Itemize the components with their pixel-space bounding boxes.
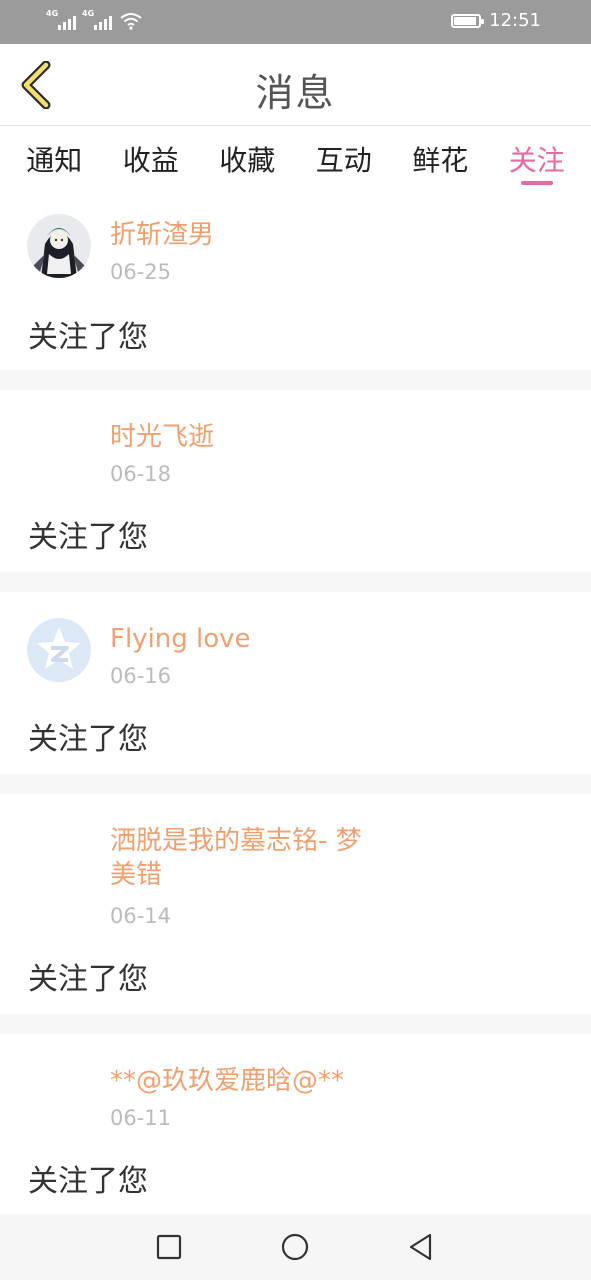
list-item[interactable]: 洒脱是我的墓志铭- 梦 美错 06-14 关注了您 — [0, 794, 591, 1014]
tab-earnings[interactable]: 收益 — [106, 127, 196, 193]
user-avatar[interactable] — [27, 1054, 91, 1118]
divider — [0, 370, 591, 390]
tab-flowers[interactable]: 鲜花 — [395, 127, 485, 193]
signal-label: 4G — [46, 9, 59, 18]
message-text: 关注了您 — [28, 1164, 148, 1199]
username-line: 洒脱是我的墓志铭- 梦 — [110, 826, 362, 856]
message-date: 06-18 — [110, 462, 172, 486]
system-nav-bar — [0, 1214, 591, 1280]
status-right: 12:51 — [451, 9, 541, 33]
list-item[interactable]: **@玖玖爱鹿晗@** 06-11 关注了您 — [0, 1034, 591, 1216]
tab-follows[interactable]: 关注 — [492, 127, 582, 193]
tab-favorites[interactable]: 收藏 — [202, 127, 292, 193]
message-date: 06-11 — [110, 1106, 172, 1130]
username[interactable]: 洒脱是我的墓志铭- 梦 美错 — [110, 824, 362, 892]
signal-icon: 4G — [82, 10, 112, 30]
anime-avatar-icon — [27, 214, 91, 278]
app-header: 消息 — [0, 44, 591, 126]
divider — [0, 774, 591, 794]
message-date: 06-16 — [110, 664, 172, 688]
qzone-star-icon — [27, 618, 91, 682]
clock: 12:51 — [489, 10, 541, 31]
back-icon — [409, 1233, 432, 1261]
status-left: 4G 4G — [46, 10, 142, 30]
signal-icon: 4G — [46, 10, 76, 30]
username[interactable]: 折斩渣男 — [110, 218, 214, 252]
home-button[interactable] — [280, 1232, 310, 1262]
recent-apps-button[interactable] — [154, 1232, 184, 1262]
message-text: 关注了您 — [28, 520, 148, 555]
page-title: 消息 — [255, 71, 336, 115]
message-date: 06-14 — [110, 904, 172, 928]
message-text: 关注了您 — [28, 962, 148, 997]
nav-back-button[interactable] — [406, 1232, 436, 1262]
list-item[interactable]: 折斩渣男 06-25 关注了您 — [0, 194, 591, 370]
message-tabs: 通知 收益 收藏 互动 鲜花 关注 — [0, 127, 591, 193]
signal-label: 4G — [82, 9, 95, 18]
message-list: 折斩渣男 06-25 关注了您 时光飞逝 06-18 关注了您 Flying l… — [0, 194, 591, 1216]
tab-interactions[interactable]: 互动 — [299, 127, 389, 193]
divider — [0, 572, 591, 592]
message-text: 关注了您 — [28, 320, 148, 355]
message-date: 06-25 — [110, 260, 172, 284]
user-avatar[interactable] — [27, 618, 91, 682]
user-avatar[interactable] — [27, 214, 91, 278]
user-avatar[interactable] — [27, 410, 91, 474]
username[interactable]: **@玖玖爱鹿晗@** — [110, 1064, 344, 1098]
message-text: 关注了您 — [28, 722, 148, 757]
username-line: 美错 — [110, 860, 163, 890]
user-avatar[interactable] — [27, 814, 91, 878]
battery-icon — [451, 14, 485, 28]
home-icon — [281, 1233, 309, 1261]
status-bar: 4G 4G 12:51 — [0, 0, 591, 44]
username[interactable]: 时光飞逝 — [110, 420, 214, 454]
list-item[interactable]: Flying love 06-16 关注了您 — [0, 592, 591, 774]
wifi-icon — [120, 13, 142, 30]
divider — [0, 1014, 591, 1034]
username[interactable]: Flying love — [110, 622, 251, 656]
recent-apps-icon — [156, 1234, 182, 1260]
list-item[interactable]: 时光飞逝 06-18 关注了您 — [0, 390, 591, 572]
tab-notifications[interactable]: 通知 — [9, 127, 99, 193]
